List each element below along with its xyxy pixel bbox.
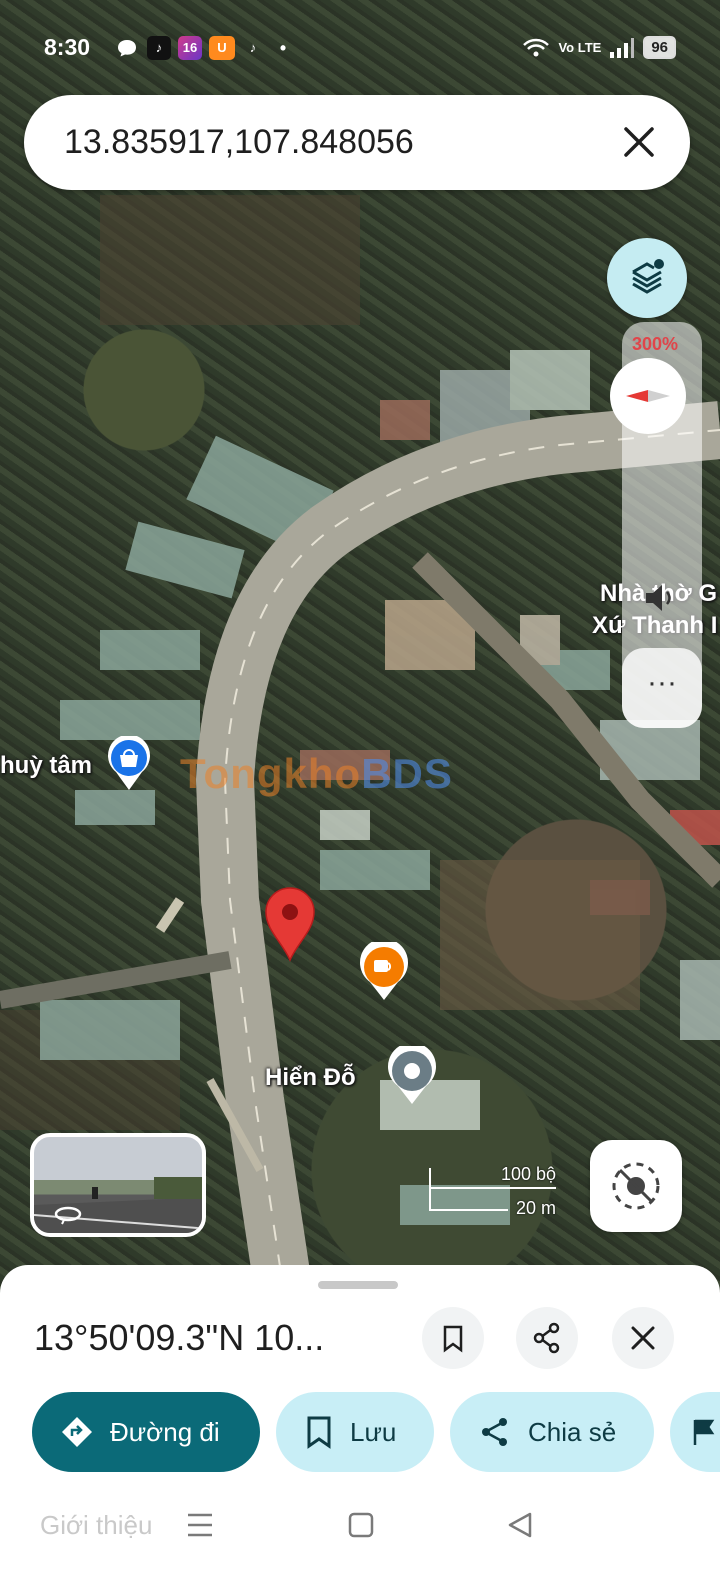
- place-pin-icon[interactable]: [386, 1046, 438, 1106]
- directions-button[interactable]: Đường đi: [32, 1392, 260, 1472]
- share-button[interactable]: Chia sẻ: [450, 1392, 654, 1472]
- system-nav-bar: [188, 1512, 532, 1538]
- close-sheet-button[interactable]: [612, 1307, 674, 1369]
- close-icon: [631, 1326, 655, 1350]
- map-roads: [0, 195, 720, 1300]
- wifi-icon: [523, 38, 550, 56]
- share-label: Chia sẻ: [528, 1416, 617, 1447]
- home-icon[interactable]: [348, 1512, 374, 1538]
- compass-button[interactable]: [610, 358, 686, 434]
- signal-icon: [610, 37, 635, 58]
- watermark-part2: BDS: [361, 750, 453, 797]
- dropped-pin-icon[interactable]: [262, 884, 318, 962]
- bookmark-icon: [443, 1325, 463, 1353]
- notification-badge: 16: [178, 36, 202, 60]
- search-input[interactable]: [64, 117, 604, 167]
- tiktok-icon: ♪: [147, 36, 171, 60]
- sheet-drag-handle[interactable]: [318, 1281, 398, 1289]
- tiktok-icon-2: ♪: [249, 40, 257, 55]
- network-type: Vo LTE: [558, 40, 602, 55]
- map-label-place-bottom[interactable]: Hiển Đỗ: [265, 1064, 356, 1092]
- battery-indicator: 96: [643, 36, 676, 59]
- search-bar[interactable]: [24, 95, 690, 190]
- more-options-button[interactable]: ···: [622, 648, 702, 728]
- map-scale: 100 bộ 20 m: [428, 1158, 558, 1224]
- directions-icon: [62, 1417, 92, 1447]
- place-title: 13°50'09.3"N 10...: [34, 1317, 325, 1358]
- save-icon-button[interactable]: [422, 1307, 484, 1369]
- recents-icon[interactable]: [188, 1513, 212, 1537]
- shop-pin-icon[interactable]: [106, 736, 152, 792]
- layers-icon: [632, 259, 664, 294]
- directions-label: Đường đi: [110, 1416, 220, 1447]
- scale-imperial: 100 bộ: [500, 1164, 556, 1184]
- compass-icon: [626, 390, 670, 402]
- location-off-icon: [612, 1162, 660, 1210]
- share-action-icon: [482, 1418, 507, 1446]
- layers-button[interactable]: [607, 238, 687, 318]
- satellite-map[interactable]: TongkhoBDS huỳ tâm Nhà thờ G Xứ Thanh I …: [0, 0, 720, 1300]
- cafe-pin-icon[interactable]: [358, 942, 410, 1002]
- more-dot-icon: •: [279, 38, 287, 58]
- scale-metric: 20 m: [515, 1198, 556, 1218]
- shopee-icon: U: [209, 36, 235, 60]
- back-icon[interactable]: [508, 1512, 532, 1538]
- status-bar: 8:30 ♪ 16 U ♪ • Vo LTE 96: [0, 0, 720, 95]
- save-label: Lưu: [350, 1416, 397, 1447]
- status-right: Vo LTE 96: [522, 36, 676, 59]
- bookmark-outline-icon: [307, 1416, 331, 1449]
- status-time: 8:30: [44, 34, 91, 60]
- chat-icon: [118, 40, 136, 57]
- watermark: TongkhoBDS: [180, 750, 453, 798]
- map-label-place-left[interactable]: huỳ tâm: [0, 752, 92, 780]
- more-dots-icon: ···: [647, 666, 677, 699]
- speaker-icon[interactable]: [640, 578, 680, 618]
- clear-search-icon[interactable]: [618, 121, 660, 163]
- my-location-button[interactable]: [590, 1140, 682, 1232]
- share-icon-button[interactable]: [516, 1307, 578, 1369]
- rotate-360-icon: [54, 1206, 82, 1225]
- zoom-level: 300%: [632, 334, 679, 354]
- save-button[interactable]: Lưu: [276, 1392, 434, 1472]
- share-icon: [533, 1322, 560, 1354]
- street-view-thumbnail[interactable]: [30, 1133, 206, 1237]
- watermark-part1: Tongkho: [180, 750, 362, 797]
- flag-icon: [693, 1419, 715, 1445]
